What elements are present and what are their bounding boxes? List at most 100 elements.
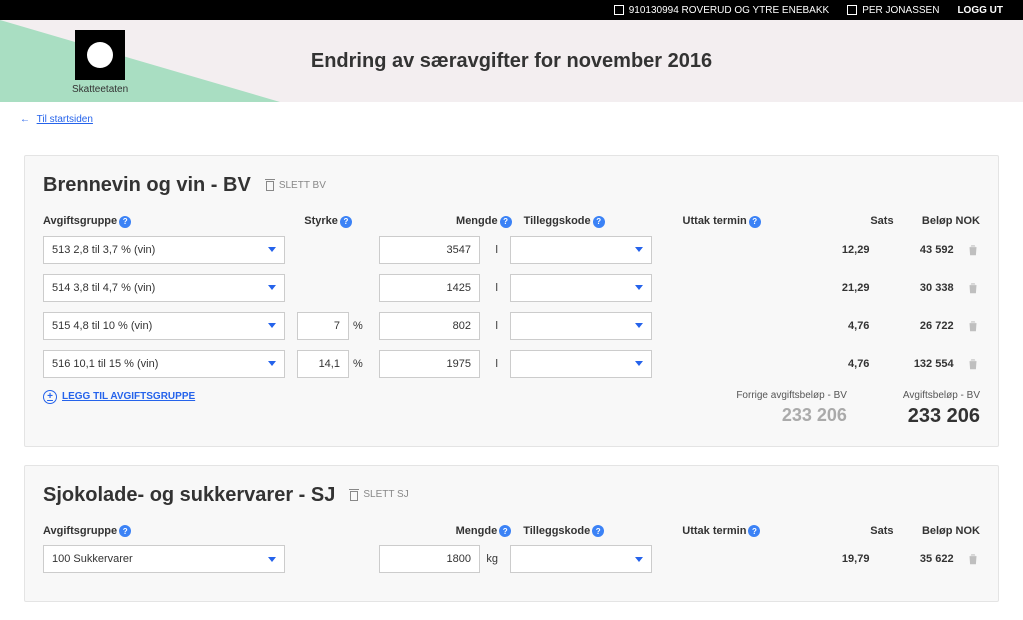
sats-value: 19,79 — [788, 553, 869, 565]
tilleggskode-select[interactable] — [510, 545, 652, 573]
select-value: 515 4,8 til 10 % (vin) — [52, 320, 152, 332]
header-avgiftgruppe: Avgiftsgruppe — [43, 525, 117, 537]
logout-link[interactable]: LOGG UT — [957, 5, 1003, 16]
belop-value: 132 554 — [881, 358, 953, 370]
avgiftgruppe-select[interactable]: 100 Sukkervarer — [43, 545, 285, 573]
belop-value: 35 622 — [881, 553, 953, 565]
delete-row-button[interactable] — [966, 357, 980, 371]
delete-bv-label: SLETT BV — [279, 180, 326, 191]
help-icon[interactable]: ? — [592, 525, 604, 537]
header-sats: Sats — [870, 215, 893, 227]
select-value: 514 3,8 til 4,7 % (vin) — [52, 282, 155, 294]
skatteetaten-logo — [75, 30, 125, 80]
delete-row-button[interactable] — [966, 552, 980, 566]
avgiftgruppe-select[interactable]: 516 10,1 til 15 % (vin) — [43, 350, 285, 378]
select-value: 100 Sukkervarer — [52, 553, 133, 565]
mengde-unit: l — [484, 358, 498, 370]
help-icon[interactable]: ? — [749, 216, 761, 228]
mengde-unit: l — [484, 320, 498, 332]
mengde-input[interactable]: 1800 — [379, 545, 480, 573]
trash-icon — [966, 357, 980, 371]
org-selector[interactable]: 910130994 ROVERUD OG YTRE ENEBAKK — [614, 5, 829, 16]
help-icon[interactable]: ? — [748, 525, 760, 537]
styrke-input[interactable]: 7 — [297, 312, 349, 340]
curr-total-value: 233 206 — [903, 405, 980, 428]
delete-sj-button[interactable]: SLETT SJ — [349, 489, 408, 501]
trash-icon — [966, 552, 980, 566]
header-belop: Beløp NOK — [922, 215, 980, 227]
curr-total-label: Avgiftsbeløp - BV — [903, 390, 980, 401]
tilleggskode-select[interactable] — [510, 274, 652, 302]
belop-value: 30 338 — [881, 282, 953, 294]
delete-row-button[interactable] — [966, 243, 980, 257]
building-icon — [614, 5, 624, 15]
panel-sj-title: Sjokolade- og sukkervarer - SJ — [43, 484, 335, 507]
user-icon — [847, 5, 857, 15]
delete-bv-button[interactable]: SLETT BV — [265, 179, 326, 191]
delete-row-button[interactable] — [966, 319, 980, 333]
mengde-input[interactable]: 1425 — [379, 274, 480, 302]
back-link[interactable]: Til startsiden — [37, 114, 93, 125]
header-avgiftgruppe: Avgiftsgruppe — [43, 215, 117, 227]
help-icon[interactable]: ? — [500, 216, 512, 228]
header-tilleggskode: Tilleggskode — [523, 525, 590, 537]
avgiftgruppe-select[interactable]: 513 2,8 til 3,7 % (vin) — [43, 236, 285, 264]
panel-sj: Sjokolade- og sukkervarer - SJ SLETT SJ … — [24, 465, 999, 603]
panel-bv: Brennevin og vin - BV SLETT BV Avgiftsgr… — [24, 155, 999, 447]
mengde-unit: kg — [484, 553, 498, 565]
chevron-down-icon — [635, 247, 643, 252]
header-uttak: Uttak termin — [683, 215, 747, 227]
chevron-down-icon — [635, 285, 643, 290]
table-row: 515 4,8 til 10 % (vin)7%802l4,7626 722 — [43, 312, 980, 340]
help-icon[interactable]: ? — [593, 216, 605, 228]
logo-icon — [87, 42, 113, 68]
header-tilleggskode: Tilleggskode — [524, 215, 591, 227]
avgiftgruppe-select[interactable]: 514 3,8 til 4,7 % (vin) — [43, 274, 285, 302]
chevron-down-icon — [268, 323, 276, 328]
header-belop: Beløp NOK — [922, 525, 980, 537]
mengde-input[interactable]: 3547 — [379, 236, 480, 264]
select-value: 516 10,1 til 15 % (vin) — [52, 358, 158, 370]
trash-icon — [265, 179, 275, 191]
bv-column-headers: Avgiftsgruppe? Styrke? Mengde? Tilleggsk… — [43, 215, 980, 228]
table-row: 514 3,8 til 4,7 % (vin)1425l21,2930 338 — [43, 274, 980, 302]
delete-row-button[interactable] — [966, 281, 980, 295]
mengde-input[interactable]: 1975 — [379, 350, 480, 378]
percent-unit: % — [353, 320, 367, 332]
tilleggskode-select[interactable] — [510, 312, 652, 340]
tilleggskode-select[interactable] — [510, 350, 652, 378]
topbar: 910130994 ROVERUD OG YTRE ENEBAKK PER JO… — [0, 0, 1023, 20]
page-header: Skatteetaten Endring av særavgifter for … — [0, 20, 1023, 102]
mengde-input[interactable]: 802 — [379, 312, 480, 340]
header-uttak: Uttak termin — [682, 525, 746, 537]
logo-caption: Skatteetaten — [72, 84, 128, 95]
user-name: PER JONASSEN — [862, 5, 939, 16]
user-menu[interactable]: PER JONASSEN — [847, 5, 939, 16]
header-sats: Sats — [870, 525, 893, 537]
help-icon[interactable]: ? — [119, 525, 131, 537]
add-avgiftgruppe-button[interactable]: + LEGG TIL AVGIFTSGRUPPE — [43, 390, 195, 404]
org-name: 910130994 ROVERUD OG YTRE ENEBAKK — [629, 5, 829, 16]
percent-unit: % — [353, 358, 367, 370]
trash-icon — [966, 243, 980, 257]
mengde-unit: l — [484, 282, 498, 294]
delete-sj-label: SLETT SJ — [363, 489, 408, 500]
avgiftgruppe-select[interactable]: 515 4,8 til 10 % (vin) — [43, 312, 285, 340]
chevron-down-icon — [268, 361, 276, 366]
help-icon[interactable]: ? — [499, 525, 511, 537]
tilleggskode-select[interactable] — [510, 236, 652, 264]
bv-totals: Forrige avgiftsbeløp - BV 233 206 Avgift… — [736, 390, 980, 428]
trash-icon — [966, 281, 980, 295]
help-icon[interactable]: ? — [119, 216, 131, 228]
help-icon[interactable]: ? — [340, 216, 352, 228]
chevron-down-icon — [268, 557, 276, 562]
sj-column-headers: Avgiftsgruppe? Mengde? Tilleggskode? Utt… — [43, 525, 980, 538]
table-row: 516 10,1 til 15 % (vin)14,1%1975l4,76132… — [43, 350, 980, 378]
styrke-input[interactable]: 14,1 — [297, 350, 349, 378]
belop-value: 26 722 — [881, 320, 953, 332]
chevron-down-icon — [635, 557, 643, 562]
trash-icon — [966, 319, 980, 333]
back-arrow-icon: ← — [20, 114, 30, 125]
select-value: 513 2,8 til 3,7 % (vin) — [52, 244, 155, 256]
belop-value: 43 592 — [881, 244, 953, 256]
